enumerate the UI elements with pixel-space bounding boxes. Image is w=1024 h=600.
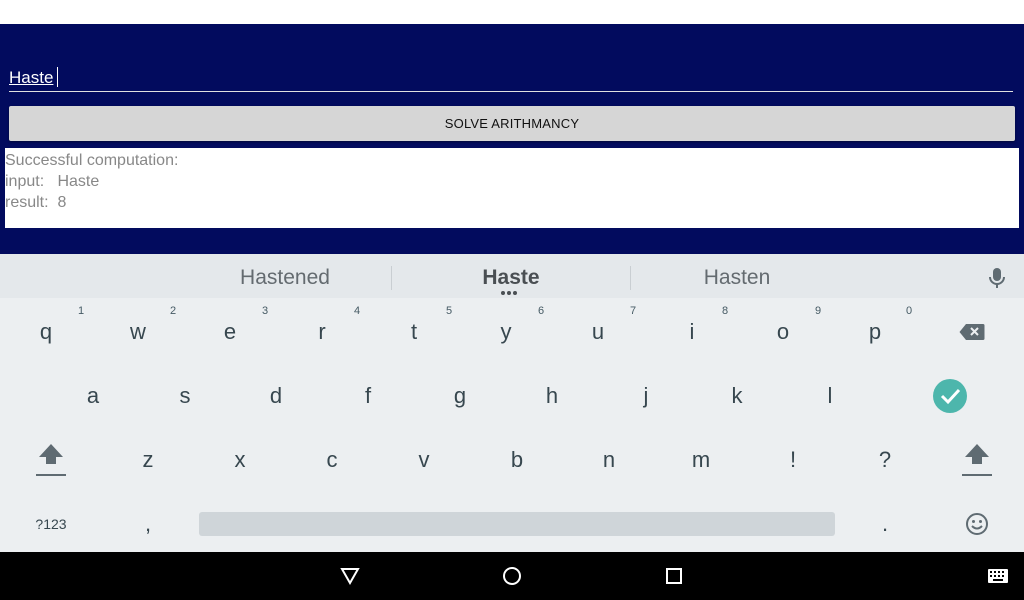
key-b[interactable]: b bbox=[477, 430, 557, 490]
key-exclamation[interactable]: ! bbox=[753, 430, 833, 490]
suggestion-strip: Hastened Haste Hasten bbox=[0, 254, 1024, 298]
key-comma[interactable]: , bbox=[108, 494, 188, 554]
word-input-value[interactable]: Haste bbox=[9, 68, 53, 88]
keyboard-icon[interactable] bbox=[986, 564, 1010, 588]
key-period[interactable]: . bbox=[845, 494, 925, 554]
key-p[interactable]: p bbox=[835, 302, 915, 362]
hint-3: 3 bbox=[262, 305, 269, 317]
recents-icon[interactable] bbox=[662, 564, 686, 588]
key-a[interactable]: a bbox=[53, 366, 133, 426]
key-g[interactable]: g bbox=[420, 366, 500, 426]
key-u[interactable]: u bbox=[558, 302, 638, 362]
result-panel: Successful computation: input: Haste res… bbox=[5, 148, 1019, 228]
result-status: Successful computation: bbox=[5, 152, 179, 169]
result-input: input: Haste bbox=[5, 173, 100, 190]
app-content: Haste SOLVE ARITHMANCY Successful comput… bbox=[0, 24, 1024, 254]
key-i[interactable]: i bbox=[652, 302, 732, 362]
text-cursor bbox=[57, 67, 58, 87]
key-z[interactable]: z bbox=[108, 430, 188, 490]
suggestion-right[interactable]: Hasten bbox=[652, 266, 822, 290]
key-x[interactable]: x bbox=[200, 430, 280, 490]
hint-5: 5 bbox=[446, 305, 453, 317]
suggestion-divider bbox=[630, 266, 631, 290]
emoji-key[interactable] bbox=[937, 494, 1017, 554]
microphone-icon[interactable] bbox=[986, 266, 1008, 290]
spacebar[interactable] bbox=[199, 512, 835, 536]
hint-9: 9 bbox=[815, 305, 822, 317]
hint-1: 1 bbox=[78, 305, 85, 317]
key-n[interactable]: n bbox=[569, 430, 649, 490]
enter-key[interactable] bbox=[910, 366, 990, 426]
status-bar bbox=[0, 0, 1024, 24]
checkmark-icon bbox=[933, 379, 967, 413]
back-icon[interactable] bbox=[338, 564, 362, 588]
key-question[interactable]: ? bbox=[845, 430, 925, 490]
key-d[interactable]: d bbox=[236, 366, 316, 426]
key-q[interactable]: q bbox=[6, 302, 86, 362]
emoji-icon bbox=[966, 513, 988, 535]
hint-8: 8 bbox=[722, 305, 729, 317]
key-r[interactable]: r bbox=[282, 302, 362, 362]
hint-2: 2 bbox=[170, 305, 177, 317]
key-o[interactable]: o bbox=[743, 302, 823, 362]
suggestion-center[interactable]: Haste bbox=[426, 266, 596, 290]
key-w[interactable]: w bbox=[98, 302, 178, 362]
symbols-key[interactable]: ?123 bbox=[11, 494, 91, 554]
key-m[interactable]: m bbox=[661, 430, 741, 490]
key-s[interactable]: s bbox=[145, 366, 225, 426]
navigation-bar bbox=[0, 552, 1024, 600]
key-h[interactable]: h bbox=[512, 366, 592, 426]
solve-arithmancy-button[interactable]: SOLVE ARITHMANCY bbox=[9, 106, 1015, 141]
hint-6: 6 bbox=[538, 305, 545, 317]
input-underline bbox=[9, 91, 1013, 92]
home-icon[interactable] bbox=[500, 564, 524, 588]
key-e[interactable]: e bbox=[190, 302, 270, 362]
backspace-icon[interactable] bbox=[932, 302, 1012, 362]
shift-left-key[interactable] bbox=[11, 430, 91, 490]
key-v[interactable]: v bbox=[384, 430, 464, 490]
key-t[interactable]: t bbox=[374, 302, 454, 362]
word-input[interactable]: Haste bbox=[9, 64, 1015, 94]
suggestion-left[interactable]: Hastened bbox=[200, 266, 370, 290]
hint-4: 4 bbox=[354, 305, 361, 317]
more-suggestions-icon[interactable] bbox=[501, 291, 521, 295]
shift-right-key[interactable] bbox=[937, 430, 1017, 490]
result-value: result: 8 bbox=[5, 194, 67, 211]
key-j[interactable]: j bbox=[606, 366, 686, 426]
soft-keyboard: Hastened Haste Hasten q w e r t y u i o … bbox=[0, 254, 1024, 552]
key-c[interactable]: c bbox=[292, 430, 372, 490]
hint-0: 0 bbox=[906, 305, 913, 317]
key-l[interactable]: l bbox=[790, 366, 870, 426]
suggestion-divider bbox=[391, 266, 392, 290]
shift-icon bbox=[36, 444, 66, 476]
key-f[interactable]: f bbox=[328, 366, 408, 426]
key-k[interactable]: k bbox=[697, 366, 777, 426]
hint-7: 7 bbox=[630, 305, 637, 317]
key-y[interactable]: y bbox=[466, 302, 546, 362]
shift-icon bbox=[962, 444, 992, 476]
